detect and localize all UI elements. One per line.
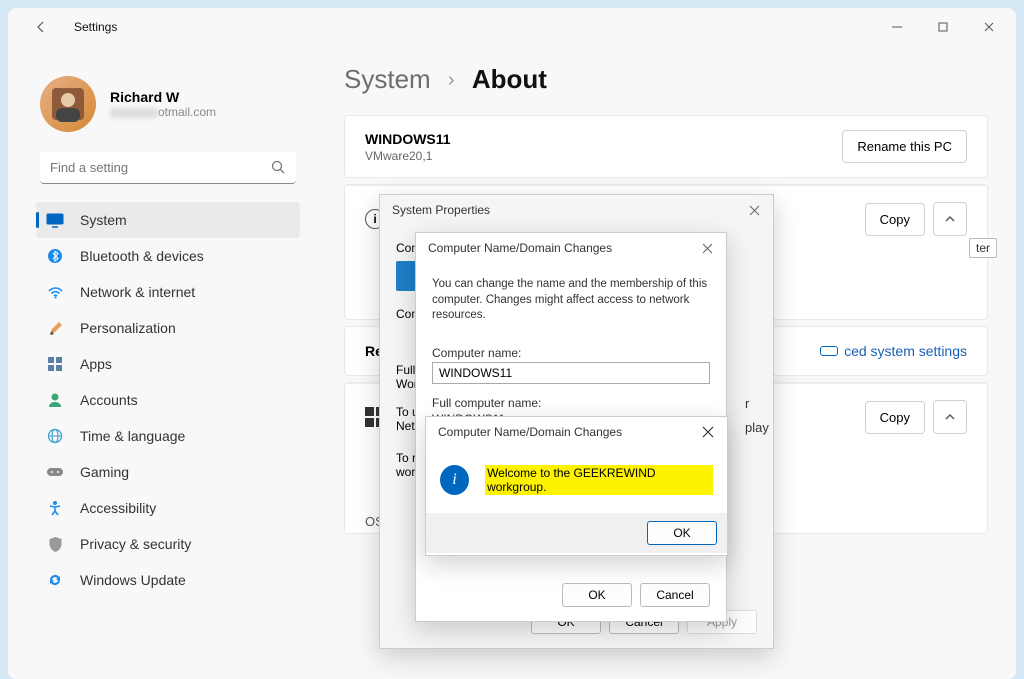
- breadcrumb-current: About: [472, 64, 547, 94]
- dialog-title: System Properties: [392, 203, 490, 217]
- ok-button[interactable]: OK: [647, 521, 717, 545]
- nav-network[interactable]: Network & internet: [36, 274, 300, 310]
- nav-accessibility[interactable]: Accessibility: [36, 490, 300, 526]
- nav-bluetooth[interactable]: Bluetooth & devices: [36, 238, 300, 274]
- dialog-title: Computer Name/Domain Changes: [428, 241, 612, 255]
- frag-r: r: [745, 396, 749, 411]
- brush-icon: [46, 320, 64, 337]
- close-icon[interactable]: [700, 241, 714, 255]
- close-icon[interactable]: [701, 425, 715, 439]
- computer-name-input[interactable]: [432, 362, 710, 384]
- close-icon[interactable]: [747, 203, 761, 217]
- computer-name-label: Computer name:: [432, 346, 710, 360]
- close-button[interactable]: [966, 12, 1012, 42]
- user-email: otmail.com: [110, 105, 216, 119]
- collapse-button-2[interactable]: [933, 400, 967, 434]
- apps-icon: [46, 356, 64, 372]
- display-icon: [46, 211, 64, 229]
- frag-play: play: [745, 420, 769, 435]
- full-computer-name-label: Full computer name:: [432, 396, 710, 410]
- ok-button[interactable]: OK: [562, 583, 632, 607]
- dialog-description: You can change the name and the membersh…: [432, 277, 710, 324]
- breadcrumb: System › About: [344, 64, 988, 95]
- gaming-icon: [46, 465, 64, 479]
- user-block[interactable]: Richard W otmail.com: [40, 76, 304, 132]
- nav-time-language[interactable]: Time & language: [36, 418, 300, 454]
- nav-update[interactable]: Windows Update: [36, 562, 300, 598]
- pc-model: VMware20,1: [365, 149, 451, 163]
- dialog-title: Computer Name/Domain Changes: [438, 425, 622, 439]
- copy-button[interactable]: Copy: [865, 203, 925, 236]
- window-title: Settings: [74, 20, 117, 34]
- update-icon: [46, 572, 64, 588]
- back-button[interactable]: [32, 18, 50, 36]
- copy-button-2[interactable]: Copy: [865, 401, 925, 434]
- nav-gaming[interactable]: Gaming: [36, 454, 300, 490]
- shield-icon: [46, 536, 64, 553]
- avatar: [40, 76, 96, 132]
- nav-accounts[interactable]: Accounts: [36, 382, 300, 418]
- bluetooth-icon: [46, 248, 64, 264]
- collapse-button[interactable]: [933, 202, 967, 236]
- info-icon: i: [440, 465, 469, 495]
- person-icon: [46, 392, 64, 408]
- globe-icon: [46, 428, 64, 444]
- message-text: Welcome to the GEEKREWIND workgroup.: [485, 465, 713, 495]
- titlebar: Settings: [8, 8, 1016, 46]
- nav-system[interactable]: System: [36, 202, 300, 238]
- pc-name: WINDOWS11: [365, 131, 451, 147]
- cancel-button[interactable]: Cancel: [640, 583, 710, 607]
- wifi-icon: [46, 284, 64, 301]
- change-button-fragment[interactable]: ter: [969, 238, 997, 258]
- welcome-message-dialog: Computer Name/Domain Changes i Welcome t…: [425, 416, 728, 556]
- nav-personalization[interactable]: Personalization: [36, 310, 300, 346]
- accessibility-icon: [46, 500, 64, 516]
- minimize-button[interactable]: [874, 12, 920, 42]
- search-icon: [271, 160, 286, 180]
- nav-privacy[interactable]: Privacy & security: [36, 526, 300, 562]
- chevron-right-icon: ›: [448, 69, 455, 91]
- search-input[interactable]: [40, 152, 296, 184]
- user-name: Richard W: [110, 89, 216, 105]
- advanced-system-settings-link[interactable]: ced system settings: [844, 343, 967, 359]
- advanced-fragment-box[interactable]: [820, 346, 838, 356]
- nav-apps[interactable]: Apps: [36, 346, 300, 382]
- rename-pc-button[interactable]: Rename this PC: [842, 130, 967, 163]
- breadcrumb-root[interactable]: System: [344, 64, 431, 94]
- maximize-button[interactable]: [920, 12, 966, 42]
